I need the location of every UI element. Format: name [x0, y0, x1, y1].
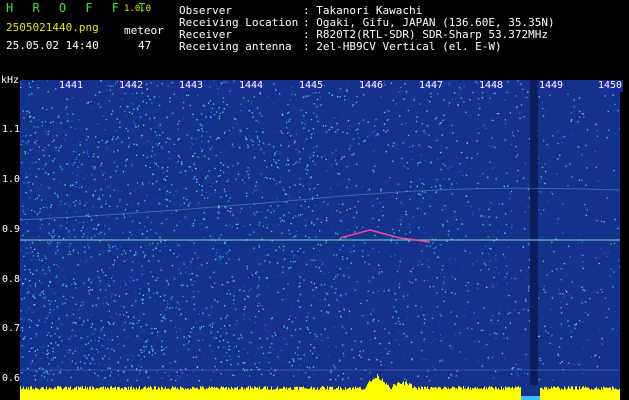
- time-tick: 1441: [58, 80, 85, 92]
- freq-tick: 1.0: [2, 174, 21, 185]
- time-tick: 1443: [178, 80, 205, 92]
- antenna-value: : 2el-HB9CV Vertical (el. E-W): [303, 40, 502, 53]
- app-version: 1.0.0: [124, 4, 152, 14]
- dark-band: [530, 80, 538, 385]
- freq-unit-label: kHz: [1, 75, 20, 86]
- hrofft-window: H R O F F T 1.0.0 2505021440.png 25.05.0…: [0, 0, 629, 400]
- spectrogram-canvas: [20, 80, 620, 400]
- time-tick: 1446: [358, 80, 385, 92]
- time-tick: 1445: [298, 80, 325, 92]
- time-tick: 1450: [597, 80, 624, 92]
- freq-tick: 1.1: [2, 124, 21, 135]
- meteor-count: 47: [138, 39, 152, 52]
- time-tick: 1449: [538, 80, 565, 92]
- time-tick: 1444: [238, 80, 265, 92]
- time-tick: 1447: [418, 80, 445, 92]
- timestamp: 25.05.02 14:40: [6, 39, 99, 52]
- freq-tick: 0.6: [2, 373, 21, 384]
- time-tick: 1448: [478, 80, 505, 92]
- spectrogram-plot: [20, 80, 620, 400]
- antenna-label: Receiving antenna: [179, 40, 292, 53]
- freq-tick: 0.9: [2, 224, 21, 235]
- file-name: 2505021440.png: [6, 21, 99, 34]
- freq-tick: 0.8: [2, 274, 21, 285]
- freq-tick: 0.7: [2, 323, 21, 334]
- meteor-label: meteor: [124, 24, 164, 37]
- time-tick: 1442: [118, 80, 145, 92]
